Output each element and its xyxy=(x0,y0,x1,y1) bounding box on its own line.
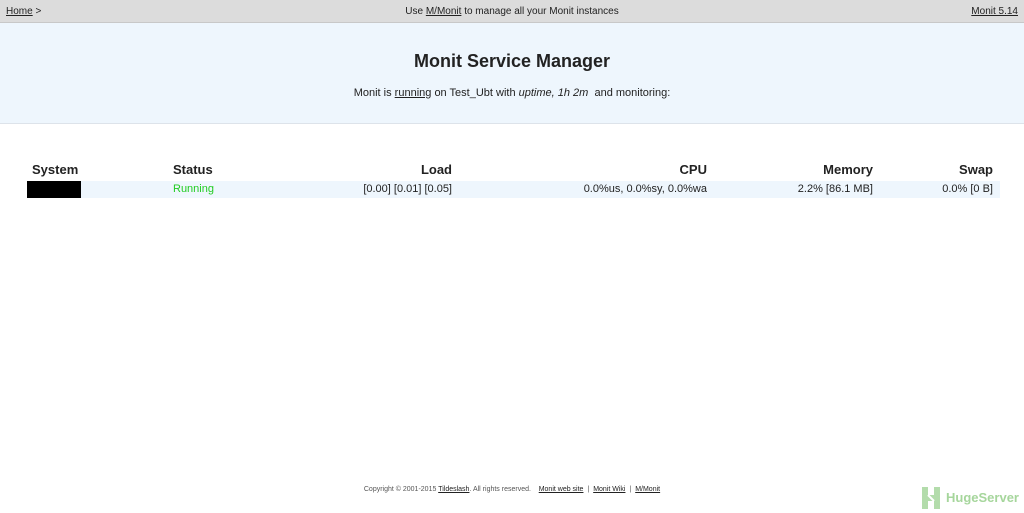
column-header-memory: Memory xyxy=(823,162,873,177)
status-mid: on Test_Ubt with xyxy=(434,87,516,99)
page-title: Monit Service Manager xyxy=(413,51,611,71)
column-header-cpu: CPU xyxy=(679,162,707,177)
monit-wiki-link[interactable]: Monit Wiki xyxy=(593,486,625,493)
promo-suffix: to manage all your Monit instances xyxy=(464,6,619,17)
system-name-link-redacted[interactable] xyxy=(27,181,81,198)
tildeslash-link[interactable]: Tildeslash xyxy=(438,486,469,493)
column-header-swap: Swap xyxy=(959,162,993,177)
memory-value: 2.2% [86.1 MB] xyxy=(797,183,873,195)
mmonit-promo: Use M/Monit to manage all your Monit ins… xyxy=(0,6,1024,17)
version-link[interactable]: Monit 5.14 xyxy=(971,6,1018,17)
monit-status-line: Monit is running on Test_Ubt with uptime… xyxy=(0,87,1024,99)
version-container: Monit 5.14 xyxy=(971,6,1018,17)
table-header-row: System Status Load CPU Memory Swap xyxy=(27,160,1000,180)
column-header-system: System xyxy=(32,162,79,177)
cpu-value: 0.0%us, 0.0%sy, 0.0%wa xyxy=(583,183,707,195)
mmonit-link[interactable]: M/Monit xyxy=(426,6,462,17)
column-header-load: Load xyxy=(420,162,452,177)
status-badge: Running xyxy=(173,183,214,195)
monit-website-link[interactable]: Monit web site xyxy=(539,486,584,493)
promo-prefix: Use xyxy=(405,6,424,17)
uptime-text: uptime, 1h 2m xyxy=(518,87,589,99)
status-suffix: and monitoring: xyxy=(594,87,671,99)
top-nav-bar: Home > Use M/Monit to manage all your Mo… xyxy=(0,0,1024,23)
load-value: [0.00] [0.01] [0.05] xyxy=(363,183,452,195)
table-row: Running [0.00] [0.01] [0.05] 0.0%us, 0.0… xyxy=(27,181,1000,198)
footer-separator: | xyxy=(587,486,590,493)
column-header-status: Status xyxy=(173,162,213,177)
hugeserver-logo-icon xyxy=(922,487,940,509)
swap-value: 0.0% [0 B] xyxy=(942,183,993,195)
page-header: Monit Service Manager Monit is running o… xyxy=(0,23,1024,124)
hugeserver-watermark: HugeServer xyxy=(920,483,1024,513)
running-link[interactable]: running xyxy=(395,87,432,99)
page-footer: Copyright © 2001-2015 Tildeslash. All ri… xyxy=(0,486,1024,493)
footer-mmonit-link[interactable]: M/Monit xyxy=(635,486,660,493)
rights-text: . All rights reserved. xyxy=(469,486,531,493)
footer-separator: | xyxy=(629,486,632,493)
watermark-text: HugeServer xyxy=(946,490,1019,505)
status-prefix: Monit is xyxy=(353,87,392,99)
copyright-text: Copyright © 2001-2015 xyxy=(363,486,437,493)
